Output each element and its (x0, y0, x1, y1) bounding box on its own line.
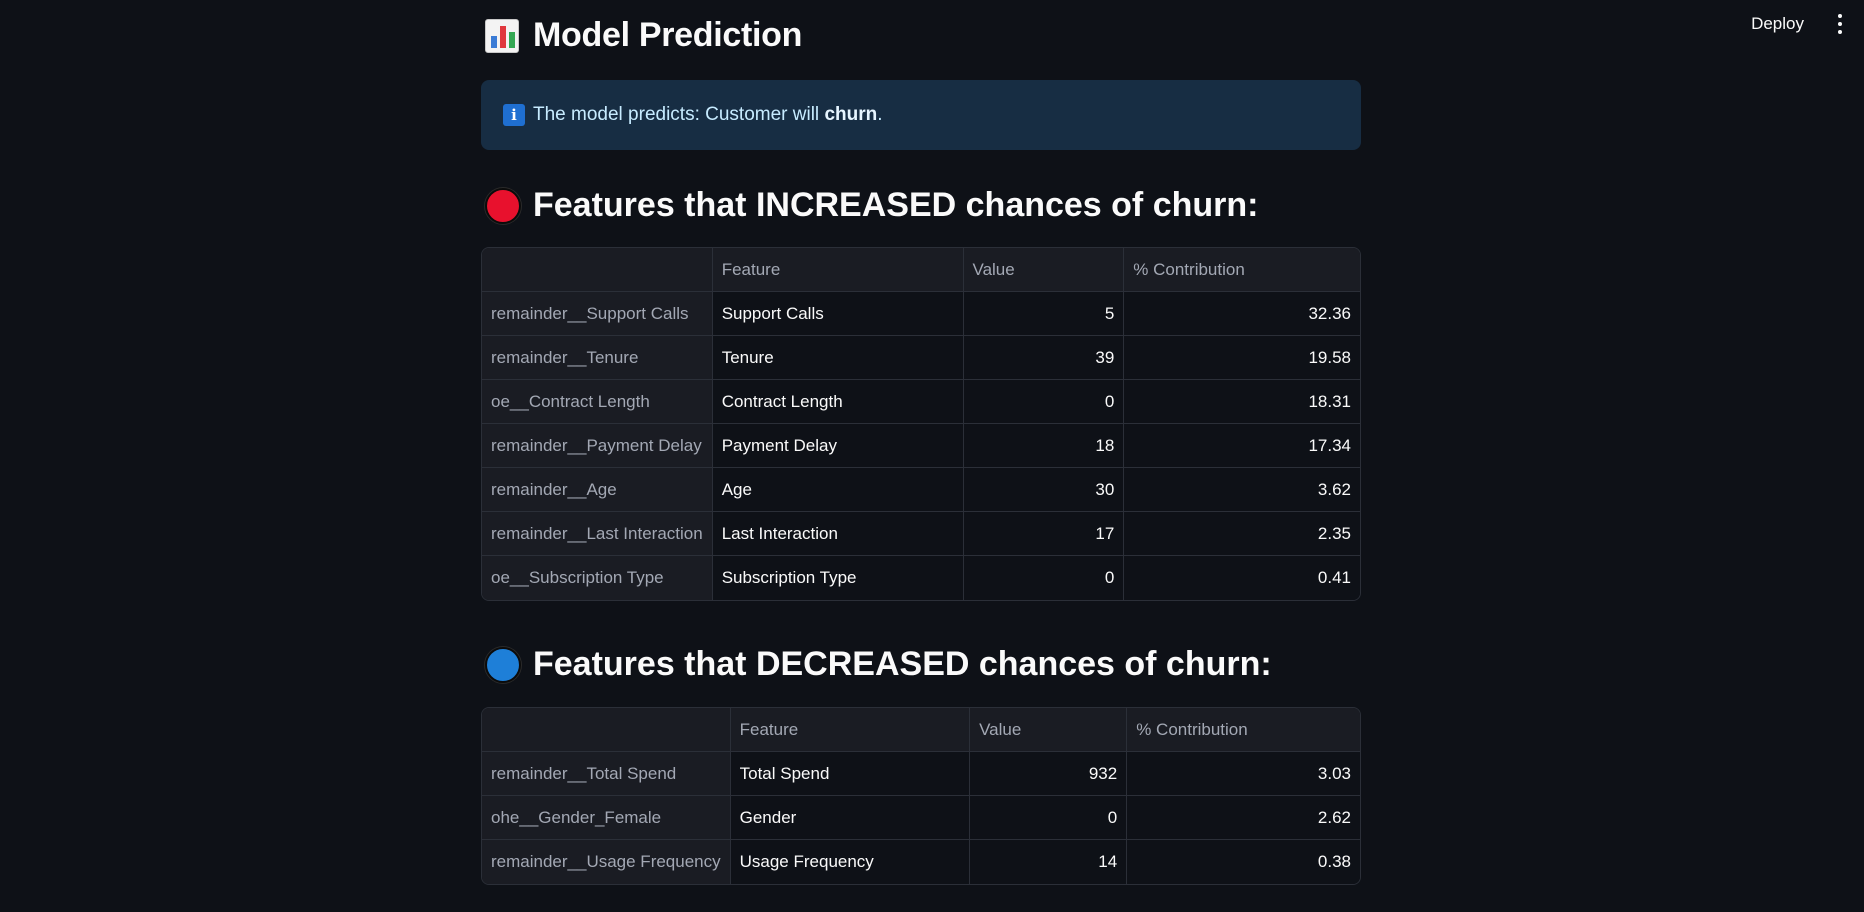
feature-cell[interactable]: Payment Delay (712, 424, 964, 468)
column-header[interactable]: Feature (730, 708, 971, 752)
feature-cell[interactable]: Total Spend (730, 752, 971, 796)
info-suffix: . (877, 104, 883, 125)
feature-cell[interactable]: Support Calls (712, 292, 964, 336)
table-row[interactable]: remainder__Last Interaction Last Interact… (482, 512, 1360, 556)
contribution-cell[interactable]: 2.62 (1127, 796, 1360, 840)
feature-cell[interactable]: Last Interaction (712, 512, 964, 556)
value-cell[interactable]: 17 (963, 512, 1125, 556)
deploy-button[interactable]: Deploy (1741, 8, 1814, 40)
feature-cell[interactable]: Contract Length (712, 380, 964, 424)
row-index-cell[interactable]: remainder__Last Interaction (482, 512, 713, 556)
value-cell[interactable]: 0 (963, 556, 1125, 600)
value-cell[interactable]: 932 (970, 752, 1128, 796)
column-header[interactable] (482, 708, 731, 752)
contribution-cell[interactable]: 19.58 (1124, 336, 1360, 380)
row-index-cell[interactable]: remainder__Payment Delay (482, 424, 713, 468)
page-title: Model Prediction (485, 16, 802, 55)
decreased-heading: Features that DECREASED chances of churn… (485, 645, 1272, 684)
red-circle-icon (485, 187, 521, 224)
row-index-cell[interactable]: remainder__Age (482, 468, 713, 512)
contribution-cell[interactable]: 18.31 (1124, 380, 1360, 424)
table-row[interactable]: remainder__Total Spend Total Spend 932 3.03 (482, 752, 1360, 796)
info-icon: i (503, 104, 525, 126)
contribution-cell[interactable]: 3.62 (1124, 468, 1360, 512)
feature-cell[interactable]: Tenure (712, 336, 964, 380)
contribution-cell[interactable]: 32.36 (1124, 292, 1360, 336)
table-header-row: Feature Value% Contribution (482, 248, 1360, 292)
blue-circle-icon (485, 646, 521, 683)
row-index-cell[interactable]: remainder__Tenure (482, 336, 713, 380)
feature-cell[interactable]: Age (712, 468, 964, 512)
column-header[interactable]: % Contribution (1127, 708, 1360, 752)
increased-heading-text: Features that INCREASED chances of churn… (533, 186, 1259, 224)
info-emphasis: churn (824, 104, 878, 125)
column-header[interactable]: Value (970, 708, 1128, 752)
increased-features-table[interactable]: Feature Value% Contribution remainder__Su… (481, 247, 1361, 601)
info-prefix: The model predicts: Customer will (533, 104, 825, 125)
table-row[interactable]: oe__Subscription Type Subscription Type 0 0… (482, 556, 1360, 600)
table-row[interactable]: ohe__Gender_Female Gender 0 2.62 (482, 796, 1360, 840)
table-row[interactable]: oe__Contract Length Contract Length 0 18.31 (482, 380, 1360, 424)
top-toolbar: Deploy (1741, 0, 1864, 48)
contribution-cell[interactable]: 17.34 (1124, 424, 1360, 468)
column-header[interactable]: Value (963, 248, 1125, 292)
table-header-row: Feature Value% Contribution (482, 708, 1360, 752)
contribution-cell[interactable]: 2.35 (1124, 512, 1360, 556)
row-index-cell[interactable]: remainder__Total Spend (482, 752, 731, 796)
value-cell[interactable]: 39 (963, 336, 1125, 380)
row-index-cell[interactable]: remainder__Usage Frequency (482, 840, 731, 884)
contribution-cell[interactable]: 0.41 (1124, 556, 1360, 600)
column-header[interactable]: % Contribution (1124, 248, 1360, 292)
increased-heading: Features that INCREASED chances of churn… (485, 186, 1258, 225)
column-header[interactable] (482, 248, 713, 292)
feature-cell[interactable]: Gender (730, 796, 971, 840)
row-index-cell[interactable]: remainder__Support Calls (482, 292, 713, 336)
feature-cell[interactable]: Subscription Type (712, 556, 964, 600)
table-row[interactable]: remainder__Support Calls Support Calls 5 32… (482, 292, 1360, 336)
value-cell[interactable]: 14 (970, 840, 1128, 884)
vertical-ellipsis-icon[interactable] (1832, 10, 1848, 38)
value-cell[interactable]: 18 (963, 424, 1125, 468)
bar-chart-icon (485, 18, 519, 53)
row-index-cell[interactable]: oe__Contract Length (482, 380, 713, 424)
value-cell[interactable]: 0 (963, 380, 1125, 424)
feature-cell[interactable]: Usage Frequency (730, 840, 971, 884)
table-row[interactable]: remainder__Payment Delay Payment Delay 18 1… (482, 424, 1360, 468)
contribution-cell[interactable]: 3.03 (1127, 752, 1360, 796)
table-row[interactable]: remainder__Age Age 30 3.62 (482, 468, 1360, 512)
row-index-cell[interactable]: ohe__Gender_Female (482, 796, 731, 840)
row-index-cell[interactable]: oe__Subscription Type (482, 556, 713, 600)
contribution-cell[interactable]: 0.38 (1127, 840, 1360, 884)
prediction-info-alert: i The model predicts: Customer will chur… (481, 80, 1361, 150)
value-cell[interactable]: 0 (970, 796, 1128, 840)
decreased-heading-text: Features that DECREASED chances of churn… (533, 645, 1272, 683)
decreased-features-table[interactable]: Feature Value% Contribution remainder__To… (481, 707, 1361, 885)
column-header[interactable]: Feature (712, 248, 964, 292)
table-row[interactable]: remainder__Usage Frequency Usage Frequenc… (482, 840, 1360, 884)
value-cell[interactable]: 5 (963, 292, 1125, 336)
table-row[interactable]: remainder__Tenure Tenure 39 19.58 (482, 336, 1360, 380)
page-title-text: Model Prediction (533, 16, 803, 54)
value-cell[interactable]: 30 (963, 468, 1125, 512)
